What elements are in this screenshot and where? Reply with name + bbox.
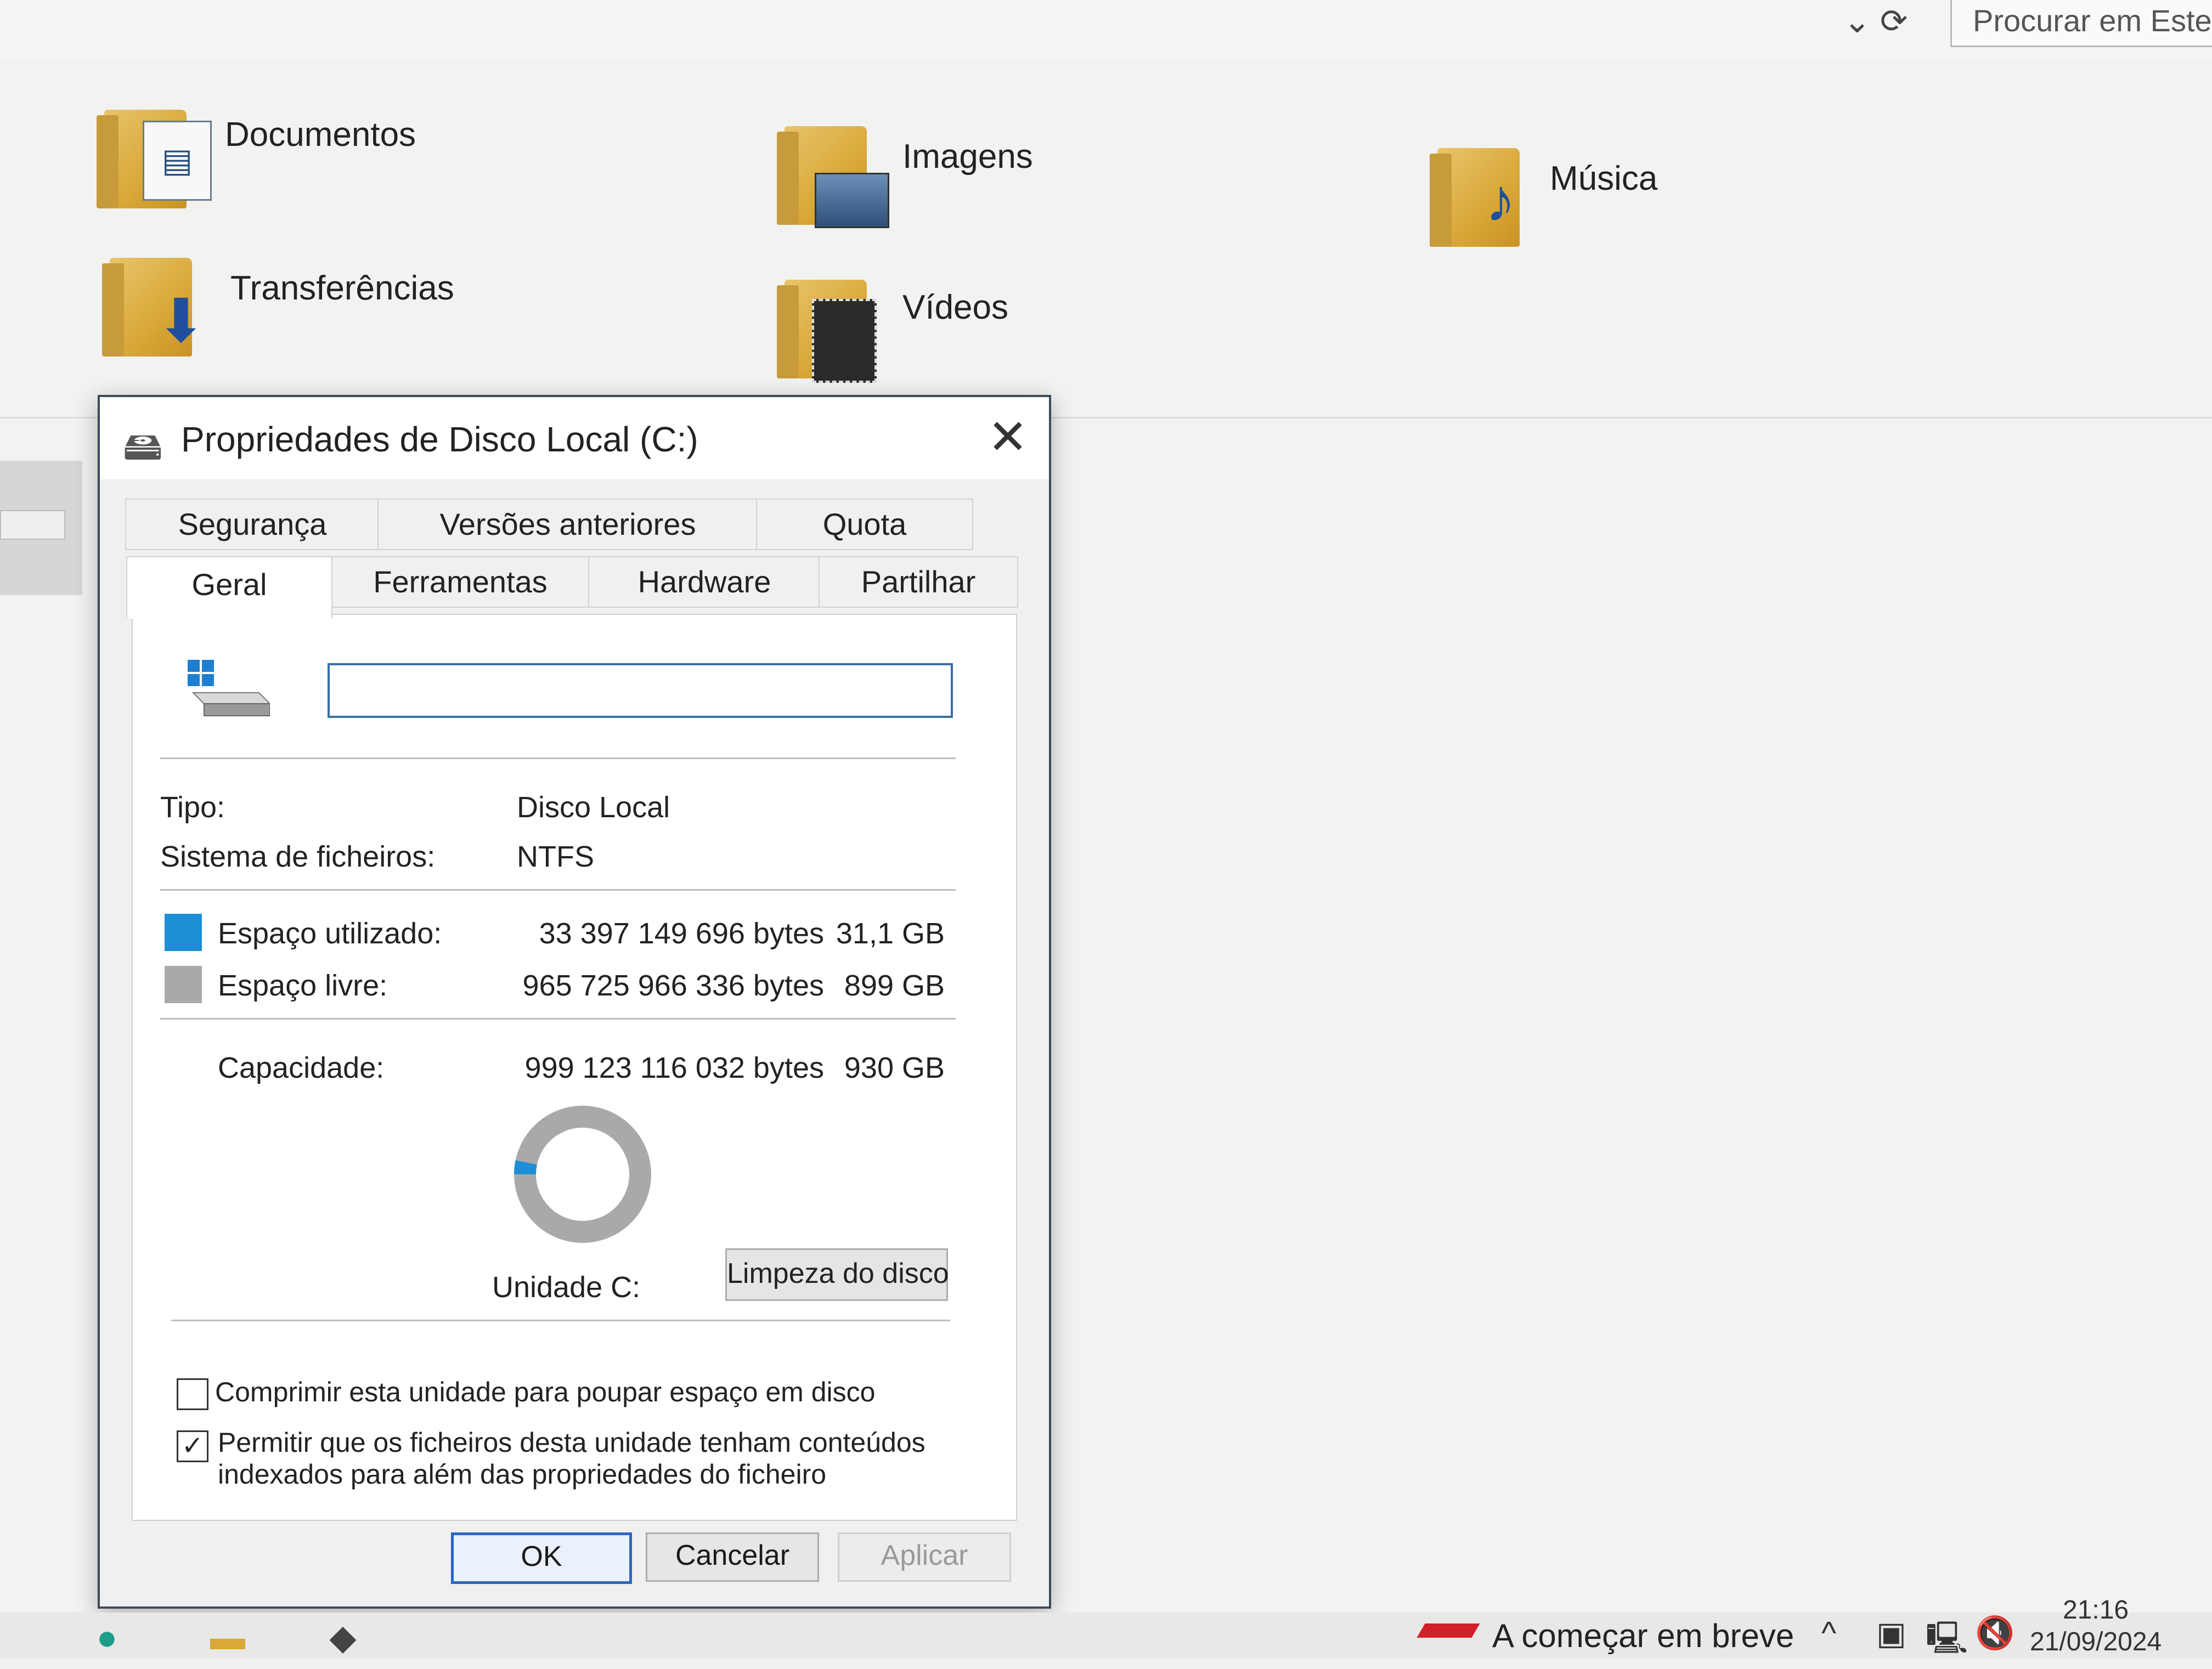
index-label-line2: indexados para além das propriedades do … — [218, 1459, 827, 1490]
edge-icon[interactable]: ● — [77, 1617, 137, 1659]
tab-hardware[interactable]: Hardware — [588, 556, 821, 608]
f1-logo-icon — [1417, 1623, 1480, 1638]
type-value: Disco Local — [517, 791, 670, 824]
separator — [160, 757, 956, 759]
tab-geral[interactable]: Geral — [126, 556, 332, 619]
free-space-bytes: 965 725 966 336 bytes — [522, 969, 824, 1002]
download-arrow-icon: ⬇ — [155, 287, 207, 355]
document-icon: ▤ — [143, 121, 212, 201]
free-space-size: 899 GB — [844, 969, 945, 1002]
notification-text[interactable]: A começar em breve — [1492, 1617, 1794, 1655]
compress-checkbox[interactable] — [177, 1378, 208, 1410]
tab-panel-geral: Tipo: Disco Local Sistema de ficheiros: … — [132, 614, 1017, 1521]
volume-muted-icon[interactable]: 🔇 — [1975, 1615, 2015, 1652]
drive-icon: 🖴 — [123, 425, 163, 468]
drive-properties-dialog: 🖴 Propriedades de Disco Local (C:) ✕ Seg… — [98, 395, 1051, 1609]
windows-drive-icon — [188, 660, 270, 716]
index-label-line1: Permitir que os ficheiros desta unidade … — [218, 1427, 926, 1458]
history-dropdown-icon[interactable]: ⌄ ⟳ — [1843, 2, 1908, 41]
tab-partilhar[interactable]: Partilhar — [819, 556, 1018, 608]
used-space-bytes: 33 397 149 696 bytes — [539, 917, 824, 950]
dialog-titlebar[interactable]: 🖴 Propriedades de Disco Local (C:) ✕ — [100, 397, 1049, 479]
clock-time[interactable]: 21:16 — [2063, 1595, 2129, 1625]
index-checkbox[interactable]: ✓ — [177, 1430, 208, 1462]
filesystem-label: Sistema de ficheiros: — [160, 840, 436, 873]
search-input[interactable]: Procurar em Este P — [1950, 0, 2212, 47]
explorer-toolbar: ⌄ ⟳ Procurar em Este P — [0, 0, 2212, 62]
nav-item[interactable] — [0, 510, 65, 540]
separator — [171, 1320, 950, 1321]
ok-button[interactable]: OK — [451, 1532, 632, 1584]
separator — [160, 1018, 956, 1020]
filesystem-value: NTFS — [517, 840, 594, 873]
tab-quota[interactable]: Quota — [756, 499, 973, 550]
drive-label: Unidade C: — [492, 1271, 641, 1304]
dialog-title: Propriedades de Disco Local (C:) — [181, 420, 698, 459]
camera-icon[interactable]: ▣ — [1876, 1615, 1906, 1652]
navigation-pane[interactable] — [0, 461, 82, 595]
capacity-bytes: 999 123 116 032 bytes — [524, 1051, 824, 1084]
picture-icon — [815, 173, 889, 228]
tab-versoes-anteriores[interactable]: Versões anteriores — [377, 499, 758, 550]
apply-button[interactable]: Aplicar — [838, 1532, 1011, 1582]
tab-ferramentas[interactable]: Ferramentas — [330, 556, 590, 608]
taskbar: ● ▬ ◆ A começar em breve ^ ▣ 🖳 🔇 21:16 2… — [0, 1596, 2212, 1659]
chevron-up-icon[interactable]: ^ — [1821, 1615, 1836, 1651]
disk-usage-donut — [514, 1106, 651, 1243]
capacity-label: Capacidade: — [218, 1051, 385, 1084]
compress-label: Comprimir esta unidade para poupar espaç… — [215, 1377, 876, 1407]
used-space-label: Espaço utilizado: — [218, 917, 442, 950]
film-icon — [812, 299, 877, 383]
disk-cleanup-button[interactable]: Limpeza do disco — [725, 1248, 949, 1301]
file-explorer-icon[interactable]: ▬ — [198, 1617, 258, 1659]
clock-date[interactable]: 21/09/2024 — [2030, 1627, 2162, 1657]
free-space-swatch — [165, 966, 202, 1003]
free-space-label: Espaço livre: — [218, 969, 388, 1002]
type-label: Tipo: — [160, 791, 225, 824]
used-space-swatch — [165, 914, 202, 951]
close-icon[interactable]: ✕ — [983, 412, 1032, 462]
music-note-icon: ♪ — [1485, 166, 1516, 234]
tab-seguranca[interactable]: Segurança — [125, 499, 380, 550]
drive-name-input[interactable] — [328, 663, 953, 718]
cancel-button[interactable]: Cancelar — [646, 1532, 819, 1582]
store-icon[interactable]: ◆ — [313, 1617, 373, 1659]
used-space-size: 31,1 GB — [836, 917, 945, 950]
network-icon[interactable]: 🖳 — [1926, 1615, 1968, 1669]
capacity-size: 930 GB — [844, 1051, 945, 1084]
separator — [160, 889, 956, 891]
